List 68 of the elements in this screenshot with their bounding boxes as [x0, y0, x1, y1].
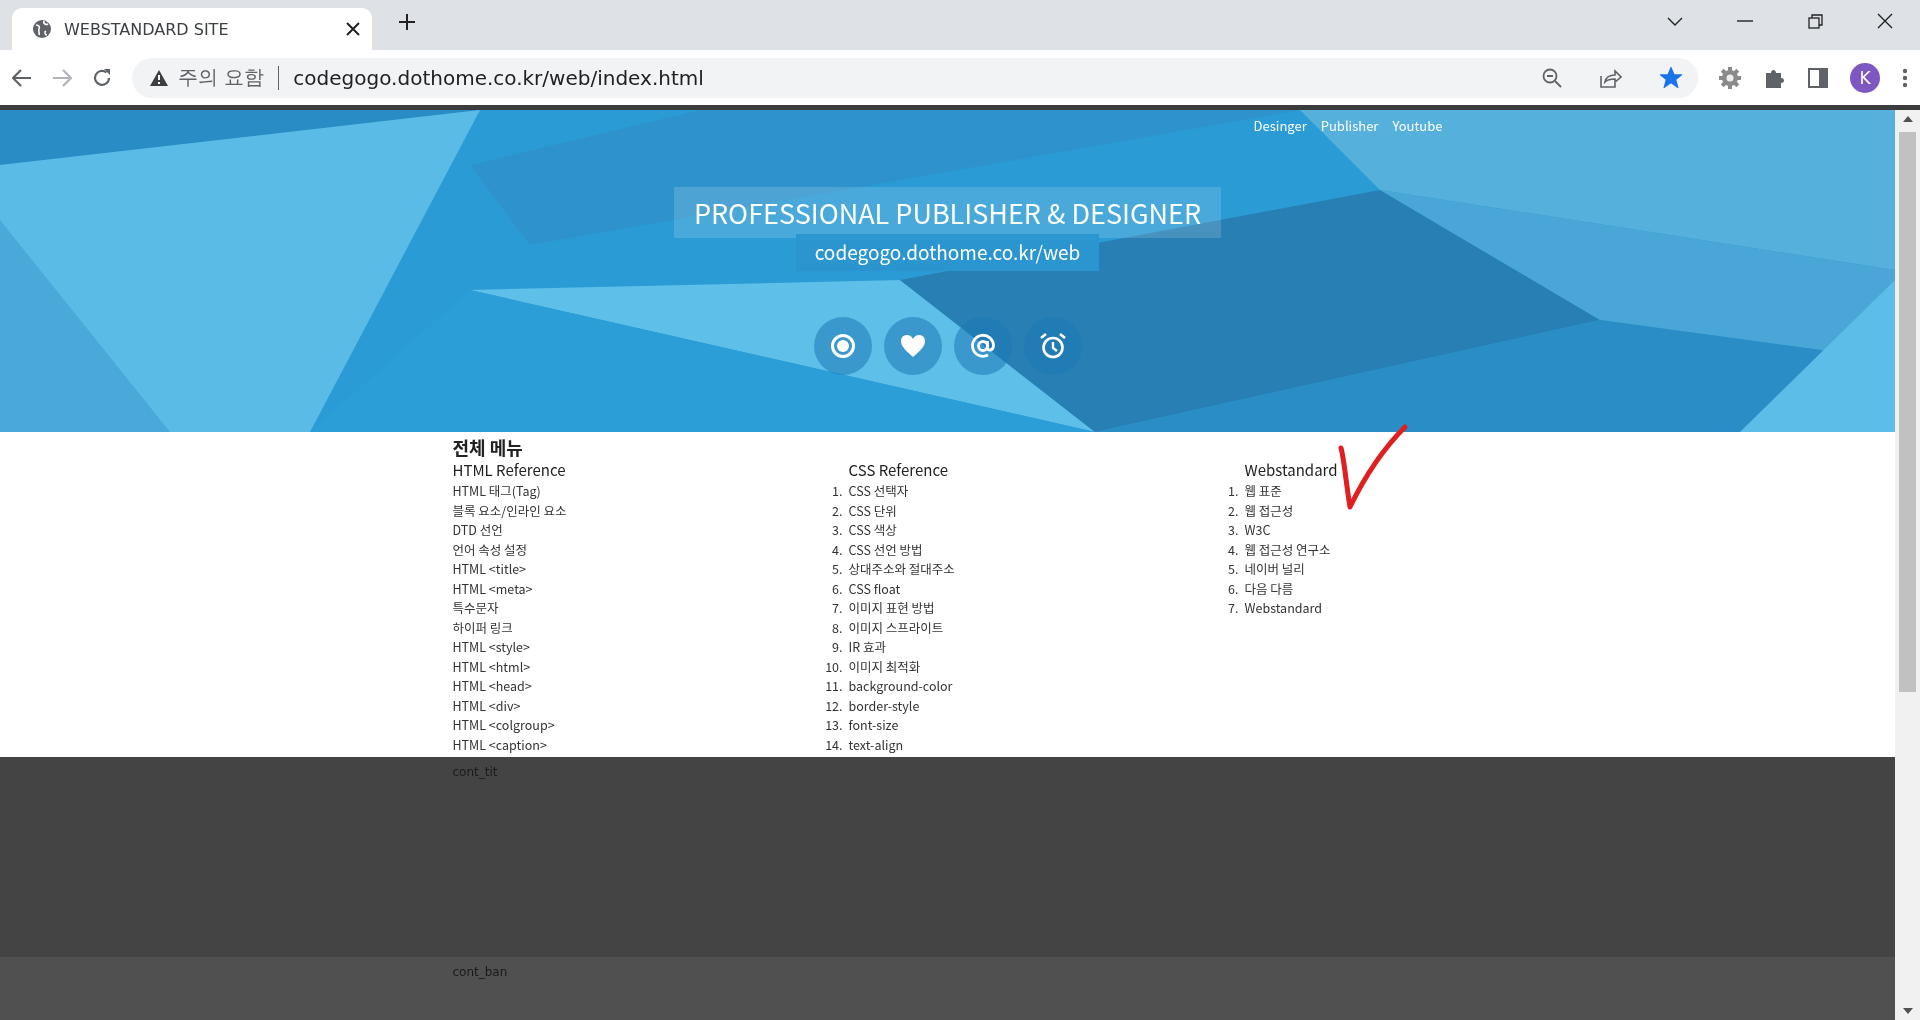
- profile-avatar[interactable]: K: [1850, 62, 1880, 93]
- menu-link[interactable]: 4. CSS 선언 방법: [818, 539, 923, 559]
- menu-link[interactable]: 5. 네이버 널리: [1214, 559, 1305, 579]
- menu-link[interactable]: 3. CSS 색상: [818, 520, 897, 540]
- menu-link[interactable]: 4. 웹 접근성 연구소: [1214, 539, 1331, 559]
- scroll-down-icon[interactable]: [1902, 1008, 1913, 1014]
- menu-link[interactable]: 13. font-size: [818, 715, 899, 735]
- menu-link[interactable]: HTML <title>: [452, 559, 527, 579]
- zoom-out-icon[interactable]: [1542, 67, 1562, 88]
- warning-icon[interactable]: [150, 69, 168, 86]
- scrollbar-thumb[interactable]: [1899, 132, 1916, 692]
- close-icon[interactable]: [1877, 13, 1893, 29]
- globe-icon: [32, 19, 52, 39]
- menu-link[interactable]: 1. 웹 표준: [1214, 481, 1282, 501]
- menu-link[interactable]: 8. 이미지 스프라이트: [818, 617, 944, 637]
- close-icon[interactable]: [346, 22, 360, 36]
- column-heading: CSS Reference: [848, 459, 950, 481]
- menu-link[interactable]: 1. CSS 선택자: [818, 481, 909, 501]
- star-icon[interactable]: [1660, 67, 1682, 88]
- menu-link[interactable]: DTD 선언: [452, 520, 503, 540]
- menu-link[interactable]: 특수문자: [452, 598, 499, 618]
- menu-link[interactable]: HTML <colgroup>: [452, 715, 555, 735]
- menu-link[interactable]: 14. text-align: [818, 734, 904, 754]
- menu-link[interactable]: 11. background-color: [818, 676, 953, 696]
- restore-icon[interactable]: [1807, 13, 1823, 29]
- reload-icon[interactable]: [92, 67, 112, 88]
- menu-link[interactable]: 7. Webstandard: [1214, 598, 1323, 618]
- menu-link[interactable]: 7. 이미지 표현 방법: [818, 598, 935, 618]
- menu-link[interactable]: 9. IR 효과: [818, 637, 886, 657]
- column-heading: Webstandard: [1244, 459, 1339, 481]
- menu-link[interactable]: HTML <html>: [452, 656, 531, 676]
- new-tab-icon[interactable]: [398, 13, 416, 31]
- menu-link[interactable]: HTML <head>: [452, 676, 532, 696]
- menu-link[interactable]: 하이퍼 링크: [452, 617, 513, 637]
- menu-icon[interactable]: [1902, 67, 1908, 88]
- scroll-up-icon[interactable]: [1902, 116, 1913, 122]
- menu-link[interactable]: 5. 상대주소와 절대주소: [818, 559, 955, 579]
- share-icon[interactable]: [1600, 67, 1622, 88]
- menu-link[interactable]: 2. 웹 접근성: [1214, 500, 1294, 520]
- security-warning[interactable]: 주의 요함: [178, 64, 265, 91]
- browser-tab[interactable]: WEBSTANDARD SITE: [12, 8, 372, 50]
- menu-link[interactable]: HTML <div>: [452, 695, 521, 715]
- alarm-clock-icon: [1038, 332, 1067, 360]
- menu-title: 전체 메뉴: [452, 435, 524, 459]
- heart-icon: [898, 332, 927, 360]
- menu-link[interactable]: 3. W3C: [1214, 520, 1271, 540]
- site-address-label: codegogo.dothome.co.kr/web: [795, 234, 1100, 271]
- target-icon: [828, 332, 857, 360]
- menu-link[interactable]: 6. 다음 다름: [1214, 578, 1294, 598]
- back-icon[interactable]: [12, 68, 32, 87]
- menu-link[interactable]: HTML <style>: [452, 637, 530, 657]
- menu-link[interactable]: 언어 속성 설정: [452, 539, 528, 559]
- menu-link[interactable]: 12. border-style: [818, 695, 920, 715]
- at-sign-icon: [968, 332, 997, 360]
- gear-icon[interactable]: [1718, 65, 1742, 90]
- address-bar[interactable]: 주의 요함 codegogo.dothome.co.kr/web/index.html: [132, 57, 1698, 98]
- menu-link[interactable]: HTML 태그(Tag): [452, 481, 541, 501]
- menu-link[interactable]: HTML <meta>: [452, 578, 533, 598]
- url-text[interactable]: codegogo.dothome.co.kr/web/index.html: [293, 65, 1532, 90]
- menu-link[interactable]: 2. CSS 단위: [818, 500, 897, 520]
- side-panel-icon[interactable]: [1808, 67, 1828, 88]
- menu-link[interactable]: HTML <caption>: [452, 734, 547, 754]
- hero-title: PROFESSIONAL PUBLISHER & DESIGNER: [673, 187, 1222, 238]
- column-heading: HTML Reference: [452, 459, 567, 481]
- menu-link[interactable]: 블록 요소/인라인 요소: [452, 500, 567, 520]
- menu-link[interactable]: 10. 이미지 최적화: [818, 656, 921, 676]
- menu-link[interactable]: 6. CSS float: [818, 578, 901, 598]
- chevron-down-icon[interactable]: [1667, 16, 1683, 26]
